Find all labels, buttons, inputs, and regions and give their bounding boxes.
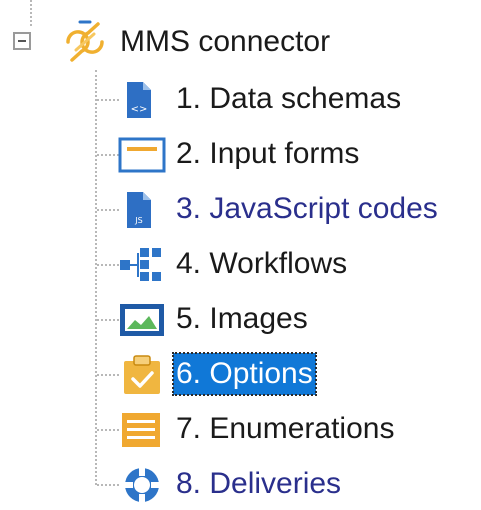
tree-item-input-forms[interactable]: 2. Input forms (0, 128, 481, 180)
tree-item-label: 7. Enumerations (176, 412, 395, 445)
tree-item-label: 6. Options (172, 352, 317, 396)
tree-item-images[interactable]: 5. Images (0, 293, 481, 345)
tree-item-options[interactable]: 6. Options (0, 348, 481, 400)
tree-item-deliveries[interactable]: 8. Deliveries (0, 458, 481, 510)
tree-item-workflows[interactable]: 4. Workflows (0, 238, 481, 290)
tree-item-label: 4. Workflows (176, 247, 348, 280)
tree-guide-line (30, 0, 32, 26)
tree-item-label: 1. Data schemas (176, 82, 402, 115)
input-form-window-icon (118, 137, 166, 173)
svg-text:<>: <> (131, 104, 148, 115)
tree-item-label: 3. JavaScript codes (176, 192, 438, 225)
image-icon (120, 304, 164, 336)
delivery-icon (123, 466, 161, 504)
options-clipboard-icon (124, 355, 160, 394)
tree-item-enumerations[interactable]: 7. Enumerations (0, 403, 481, 455)
tree-item-data-schemas[interactable]: <> 1. Data schemas (0, 73, 481, 125)
tree-item-label: 2. Input forms (176, 137, 360, 170)
enumeration-list-icon (122, 413, 160, 447)
tree-item-label: 5. Images (176, 302, 308, 335)
connector-icon[interactable] (58, 20, 112, 64)
data-schema-file-icon: <> (127, 82, 151, 118)
svg-text:JS: JS (134, 216, 142, 225)
navigation-tree: MMS connector <> 1. Data schemas 2. Inpu… (0, 0, 481, 508)
collapse-toggle[interactable] (13, 32, 31, 50)
javascript-file-icon: JS (127, 192, 151, 228)
tree-item-label: 8. Deliveries (176, 467, 342, 500)
workflow-icon (120, 248, 161, 281)
tree-item-javascript-codes[interactable]: JS 3. JavaScript codes (0, 183, 481, 235)
tree-root-label[interactable]: MMS connector (120, 20, 330, 64)
